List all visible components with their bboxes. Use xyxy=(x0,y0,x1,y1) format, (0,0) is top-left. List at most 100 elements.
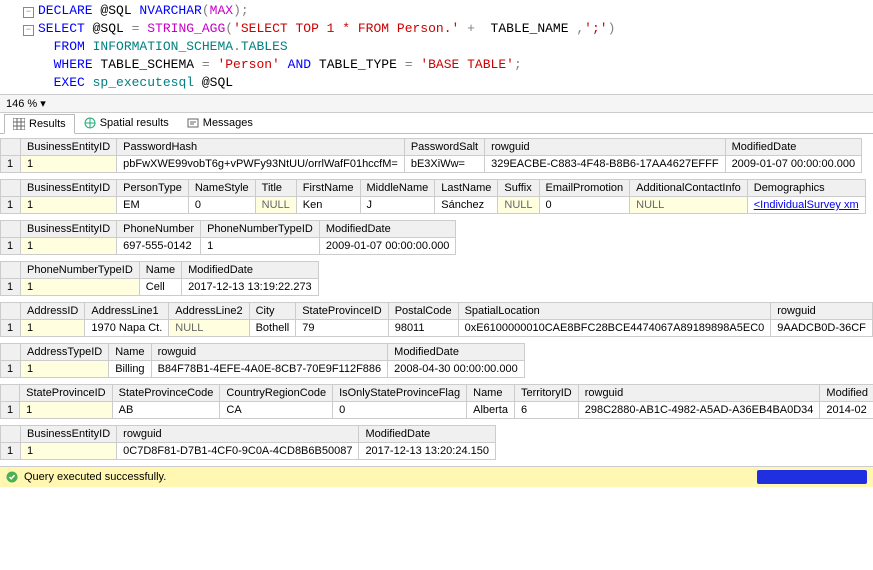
table-row[interactable]: 11Cell2017-12-13 13:19:22.273 xyxy=(1,279,319,296)
column-header[interactable]: TerritoryID xyxy=(514,385,578,402)
cell[interactable]: 2009-01-07 00:00:00.000 xyxy=(725,156,862,173)
column-header[interactable]: BusinessEntityID xyxy=(21,139,117,156)
cell[interactable]: NULL xyxy=(255,197,296,214)
tab-spatial[interactable]: Spatial results xyxy=(75,113,178,133)
tab-results[interactable]: Results xyxy=(4,114,75,134)
column-header[interactable]: MiddleName xyxy=(360,180,435,197)
fold-icon[interactable]: − xyxy=(23,25,34,36)
column-header[interactable]: PhoneNumberTypeID xyxy=(201,221,320,238)
cell[interactable]: 2014-02 xyxy=(820,402,873,419)
column-header[interactable]: Suffix xyxy=(498,180,539,197)
result-grid[interactable]: AddressIDAddressLine1AddressLine2CitySta… xyxy=(0,302,873,337)
column-header[interactable]: AdditionalContactInfo xyxy=(630,180,748,197)
cell[interactable]: AB xyxy=(112,402,220,419)
column-header[interactable]: rowguid xyxy=(485,139,725,156)
result-grid[interactable]: BusinessEntityIDPasswordHashPasswordSalt… xyxy=(0,138,862,173)
cell[interactable]: 2017-12-13 13:20:24.150 xyxy=(359,443,496,460)
cell[interactable]: 1 xyxy=(201,238,320,255)
column-header[interactable]: PostalCode xyxy=(388,303,458,320)
table-row[interactable]: 11697-555-014212009-01-07 00:00:00.000 xyxy=(1,238,456,255)
column-header[interactable]: LastName xyxy=(435,180,498,197)
cell[interactable]: 1 xyxy=(21,156,117,173)
cell[interactable]: 1 xyxy=(21,197,117,214)
column-header[interactable]: Title xyxy=(255,180,296,197)
column-header[interactable]: ModifiedDate xyxy=(359,426,496,443)
cell[interactable]: 1970 Napa Ct. xyxy=(85,320,169,337)
column-header[interactable]: IsOnlyStateProvinceFlag xyxy=(333,385,467,402)
cell[interactable]: 98011 xyxy=(388,320,458,337)
cell[interactable]: CA xyxy=(220,402,333,419)
table-row[interactable]: 11ABCA0Alberta6298C2880-AB1C-4982-A5AD-A… xyxy=(1,402,873,419)
cell[interactable]: B84F78B1-4EFE-4A0E-8CB7-70E9F112F886 xyxy=(151,361,388,378)
column-header[interactable]: BusinessEntityID xyxy=(21,180,117,197)
table-row[interactable]: 111970 Napa Ct.NULLBothell79980110xE6100… xyxy=(1,320,873,337)
cell[interactable]: 1 xyxy=(20,402,112,419)
cell[interactable]: 329EACBE-C883-4F48-B8B6-17AA4627EFFF xyxy=(485,156,725,173)
cell[interactable]: 6 xyxy=(514,402,578,419)
cell[interactable]: 0C7D8F81-D7B1-4CF0-9C0A-4CD8B6B50087 xyxy=(117,443,359,460)
result-grid[interactable]: AddressTypeIDNamerowguidModifiedDate11Bi… xyxy=(0,343,525,378)
column-header[interactable]: AddressTypeID xyxy=(21,344,109,361)
column-header[interactable]: ModifiedDate xyxy=(725,139,862,156)
cell[interactable]: 1 xyxy=(21,320,85,337)
cell[interactable]: NULL xyxy=(630,197,748,214)
cell[interactable]: Ken xyxy=(296,197,360,214)
cell[interactable]: 0 xyxy=(539,197,630,214)
result-grid[interactable]: PhoneNumberTypeIDNameModifiedDate11Cell2… xyxy=(0,261,319,296)
column-header[interactable]: StateProvinceCode xyxy=(112,385,220,402)
cell[interactable]: 0xE6100000010CAE8BFC28BCE4474067A8918989… xyxy=(458,320,771,337)
column-header[interactable]: AddressID xyxy=(21,303,85,320)
column-header[interactable]: AddressLine2 xyxy=(169,303,249,320)
cell[interactable]: 2017-12-13 13:19:22.273 xyxy=(182,279,319,296)
cell[interactable]: bE3XiWw= xyxy=(404,156,484,173)
column-header[interactable]: PasswordSalt xyxy=(404,139,484,156)
result-grid[interactable]: BusinessEntityIDrowguidModifiedDate110C7… xyxy=(0,425,496,460)
cell[interactable]: Sánchez xyxy=(435,197,498,214)
column-header[interactable]: CountryRegionCode xyxy=(220,385,333,402)
cell[interactable]: Bothell xyxy=(249,320,296,337)
tab-messages[interactable]: Messages xyxy=(178,113,262,133)
fold-icon[interactable]: − xyxy=(23,7,34,18)
column-header[interactable]: rowguid xyxy=(578,385,820,402)
result-grid[interactable]: StateProvinceIDStateProvinceCodeCountryR… xyxy=(0,384,873,419)
cell[interactable]: <IndividualSurvey xm xyxy=(747,197,865,214)
cell[interactable]: J xyxy=(360,197,435,214)
column-header[interactable]: AddressLine1 xyxy=(85,303,169,320)
column-header[interactable]: StateProvinceID xyxy=(20,385,112,402)
cell[interactable]: 1 xyxy=(21,443,117,460)
cell[interactable]: 1 xyxy=(21,361,109,378)
column-header[interactable]: FirstName xyxy=(296,180,360,197)
column-header[interactable]: Name xyxy=(109,344,151,361)
cell[interactable]: pbFwXWE99vobT6g+vPWFy93NtUU/orrlWafF01hc… xyxy=(117,156,405,173)
column-header[interactable]: rowguid xyxy=(117,426,359,443)
cell[interactable]: 2008-04-30 00:00:00.000 xyxy=(388,361,525,378)
cell[interactable]: Cell xyxy=(139,279,181,296)
column-header[interactable]: City xyxy=(249,303,296,320)
cell[interactable]: 79 xyxy=(296,320,388,337)
cell[interactable]: 2009-01-07 00:00:00.000 xyxy=(319,238,456,255)
column-header[interactable]: ModifiedDate xyxy=(182,262,319,279)
table-row[interactable]: 110C7D8F81-D7B1-4CF0-9C0A-4CD8B6B5008720… xyxy=(1,443,496,460)
cell[interactable]: EM xyxy=(117,197,189,214)
cell[interactable]: 9AADCB0D-36CF xyxy=(771,320,873,337)
table-row[interactable]: 11BillingB84F78B1-4EFE-4A0E-8CB7-70E9F11… xyxy=(1,361,525,378)
table-row[interactable]: 11EM0NULLKenJSánchezNULL0NULL<Individual… xyxy=(1,197,866,214)
column-header[interactable]: PhoneNumberTypeID xyxy=(21,262,140,279)
column-header[interactable]: StateProvinceID xyxy=(296,303,388,320)
column-header[interactable]: Name xyxy=(139,262,181,279)
column-header[interactable]: rowguid xyxy=(151,344,388,361)
cell[interactable]: 0 xyxy=(333,402,467,419)
cell[interactable]: 697-555-0142 xyxy=(117,238,201,255)
column-header[interactable]: Demographics xyxy=(747,180,865,197)
column-header[interactable]: PersonType xyxy=(117,180,189,197)
column-header[interactable]: BusinessEntityID xyxy=(21,221,117,238)
zoom-level[interactable]: 146 % ▾ xyxy=(0,94,873,113)
result-grid[interactable]: BusinessEntityIDPhoneNumberPhoneNumberTy… xyxy=(0,220,456,255)
sql-editor[interactable]: − DECLARE @SQL NVARCHAR(MAX); − SELECT @… xyxy=(0,0,873,94)
column-header[interactable]: rowguid xyxy=(771,303,873,320)
cell[interactable]: 1 xyxy=(21,279,140,296)
column-header[interactable]: PhoneNumber xyxy=(117,221,201,238)
cell[interactable]: 298C2880-AB1C-4982-A5AD-A36EB4BA0D34 xyxy=(578,402,820,419)
cell[interactable]: Billing xyxy=(109,361,151,378)
result-grid[interactable]: BusinessEntityIDPersonTypeNameStyleTitle… xyxy=(0,179,866,214)
